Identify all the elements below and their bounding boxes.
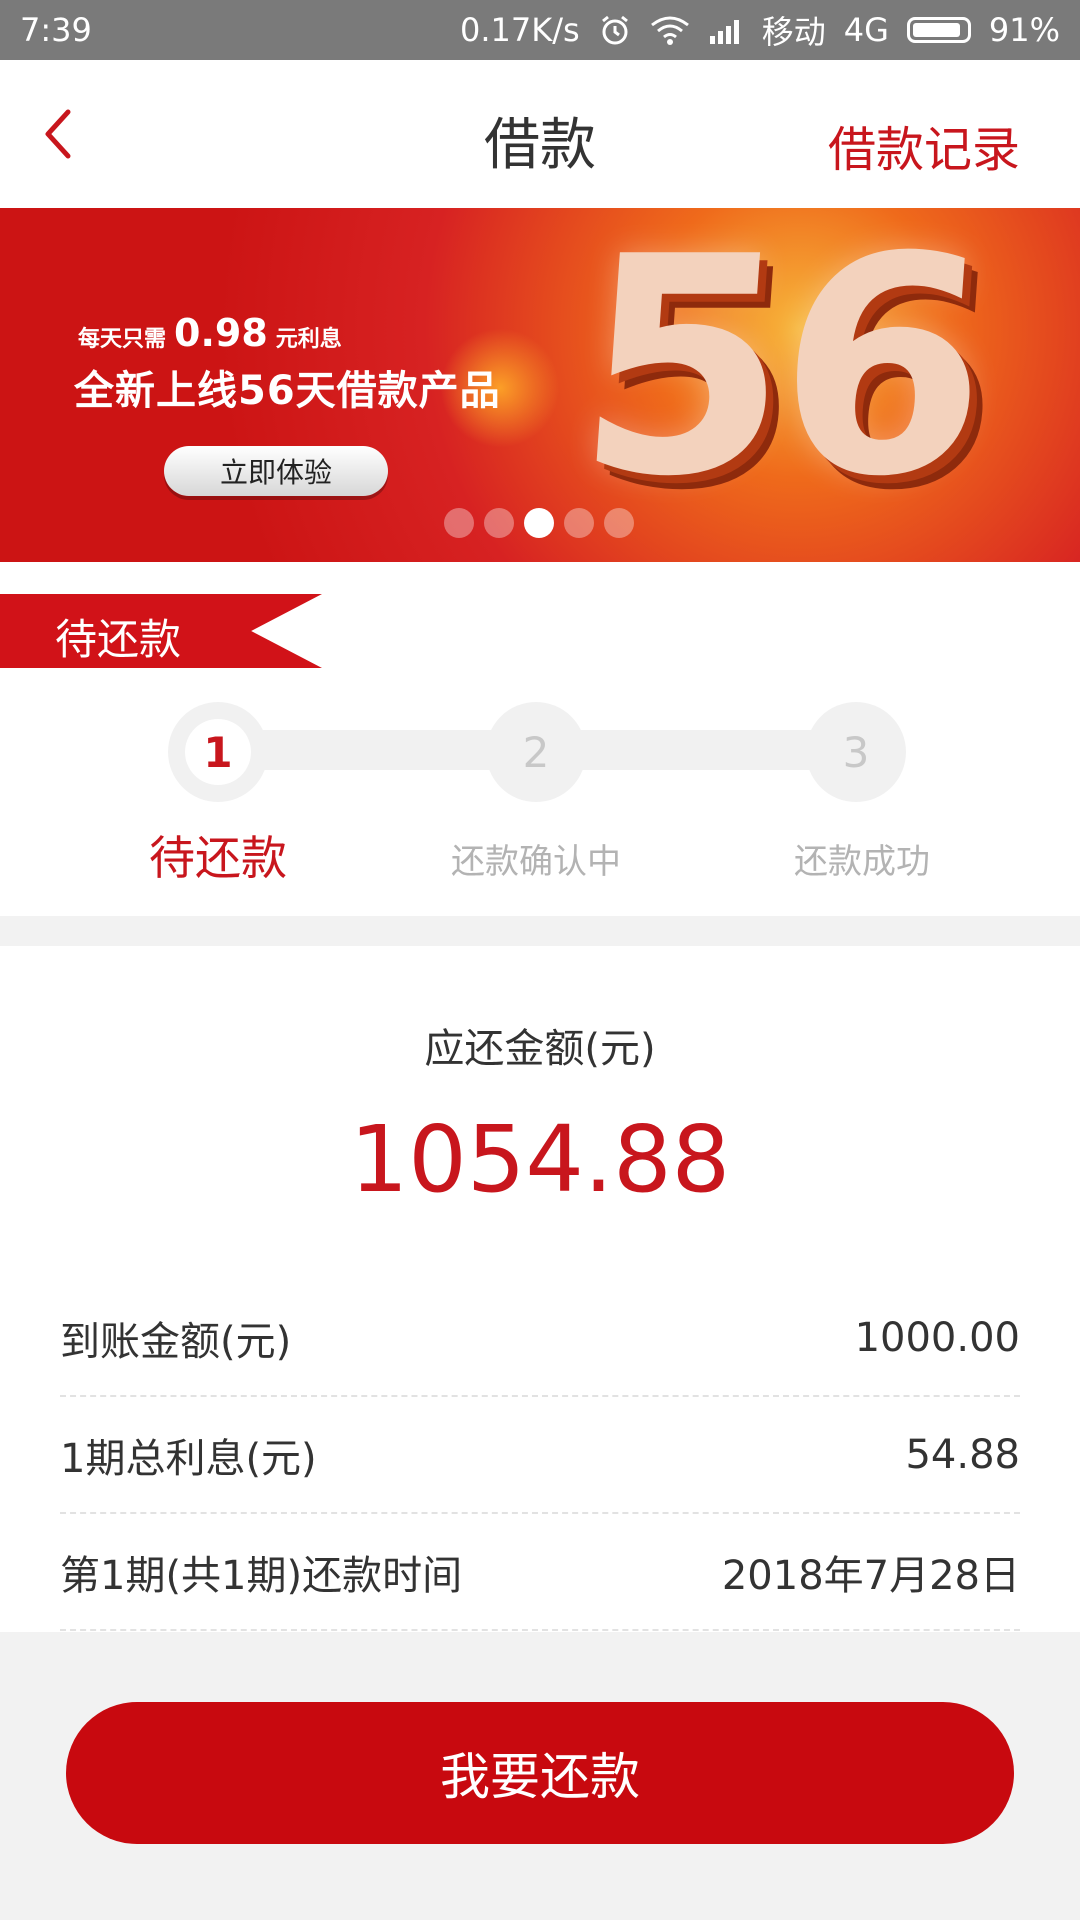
detail-row: 第1期(共1期)还款时间 2018年7月28日 <box>60 1514 1020 1631</box>
banner-sub-amount: 0.98 <box>174 311 268 355</box>
carousel-dots <box>444 508 634 538</box>
battery-icon <box>906 17 971 43</box>
step-1-label: 待还款 <box>149 831 287 885</box>
detail-row: 1期总利息(元) 54.88 <box>60 1397 1020 1514</box>
step-3-label: 还款成功 <box>794 842 930 882</box>
banner-title: 全新上线56天借款产品 <box>74 368 501 414</box>
banner-sub-prefix: 每天只需 <box>78 327 167 352</box>
net-speed: 0.17K/s <box>460 11 580 49</box>
status-time: 7:39 <box>20 11 92 49</box>
header: 借款 借款记录 <box>0 60 1080 208</box>
detail-value: 54.88 <box>905 1431 1020 1478</box>
step-1-number: 1 <box>185 719 251 785</box>
carousel-dot[interactable] <box>484 508 514 538</box>
section-ribbon: 待还款 <box>0 594 322 668</box>
battery-fill <box>912 23 961 37</box>
loan-record-link[interactable]: 借款记录 <box>828 110 1020 180</box>
promo-banner[interactable]: 每天只需 0.98 元利息 全新上线56天借款产品 立即体验 56 <box>0 208 1080 562</box>
status-bar: 7:39 0.17K/s 移动 4G 91% <box>0 0 1080 60</box>
amount-section: 应还金额(元) 1054.88 到账金额(元) 1000.00 1期总利息(元)… <box>0 946 1080 1632</box>
step-1-circle: 1 <box>168 702 268 802</box>
banner-big-number: 56 <box>567 208 990 542</box>
banner-sub-suffix: 元利息 <box>275 327 342 352</box>
carousel-dot[interactable] <box>524 508 554 538</box>
repayment-steps: 待还款 1 2 3 待还款 还款确认中 还款成功 <box>0 562 1080 916</box>
battery-percent: 91% <box>988 11 1060 49</box>
detail-label: 1期总利息(元) <box>60 1435 317 1482</box>
carousel-dot[interactable] <box>604 508 634 538</box>
step-2-label: 还款确认中 <box>451 842 621 882</box>
carousel-dot[interactable] <box>564 508 594 538</box>
detail-label: 第1期(共1期)还款时间 <box>60 1552 463 1599</box>
step-2-circle: 2 <box>486 702 586 802</box>
network-type: 4G <box>843 11 889 49</box>
step-2-number: 2 <box>522 727 550 777</box>
signal-icon <box>708 16 744 44</box>
repay-button[interactable]: 我要还款 <box>66 1702 1014 1844</box>
step-3-number: 3 <box>842 727 870 777</box>
amount-label: 应还金额(元) <box>424 1026 656 1072</box>
carousel-dot[interactable] <box>444 508 474 538</box>
alarm-icon <box>598 13 632 47</box>
step-3-circle: 3 <box>806 702 906 802</box>
status-right: 0.17K/s 移动 4G 91% <box>460 7 1060 53</box>
ribbon-label: 待还款 <box>55 615 182 664</box>
carrier: 移动 <box>761 13 826 51</box>
detail-row: 到账金额(元) 1000.00 <box>60 1280 1020 1397</box>
detail-value: 1000.00 <box>854 1314 1020 1361</box>
wifi-icon <box>650 15 690 45</box>
amount-value: 1054.88 <box>349 1106 731 1213</box>
banner-subtitle: 每天只需 0.98 元利息 <box>78 311 342 355</box>
try-now-button[interactable]: 立即体验 <box>164 446 388 496</box>
detail-value: 2018年7月28日 <box>721 1552 1020 1599</box>
detail-label: 到账金额(元) <box>60 1318 292 1365</box>
